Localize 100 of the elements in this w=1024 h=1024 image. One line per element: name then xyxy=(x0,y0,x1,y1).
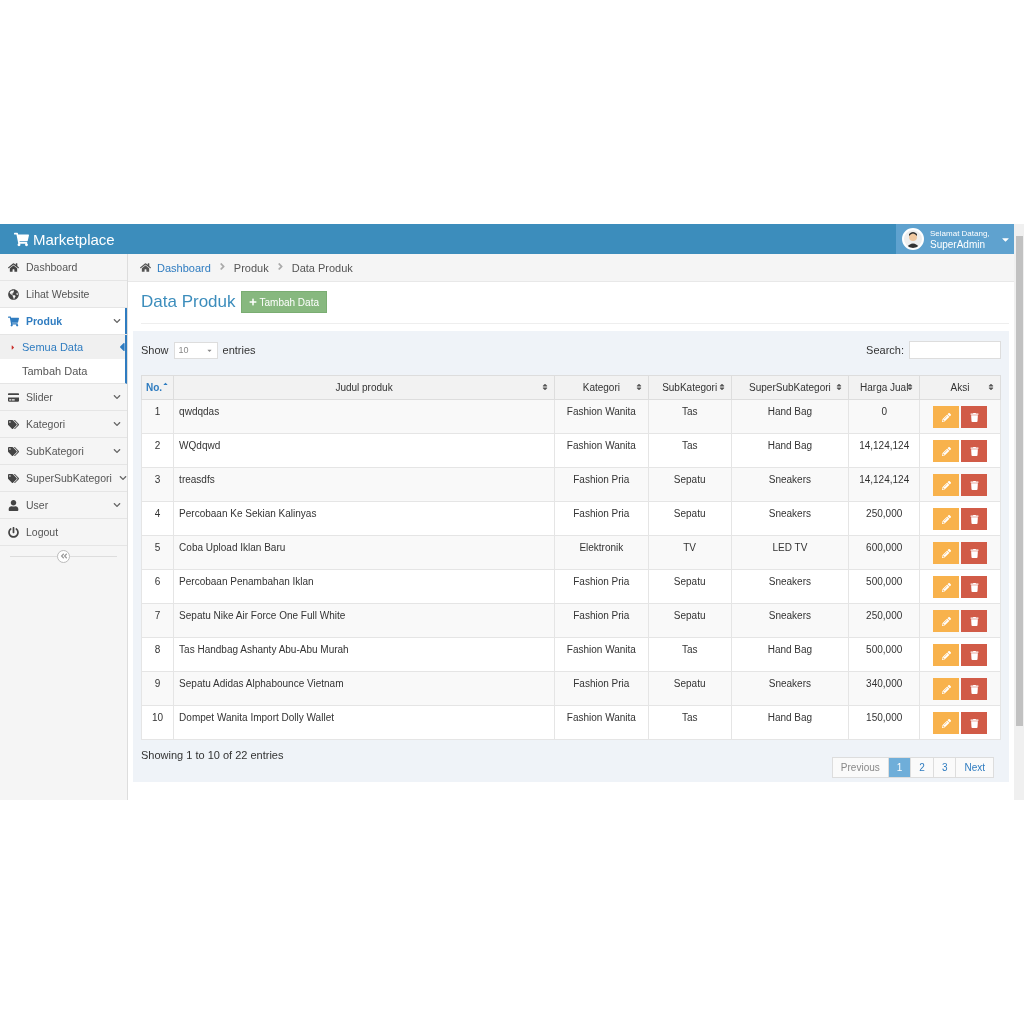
table-cell: 14,124,124 xyxy=(848,467,920,502)
edit-button[interactable] xyxy=(933,508,960,530)
edit-button[interactable] xyxy=(933,440,960,462)
table-cell: Sneakers xyxy=(731,569,849,604)
double-chevron-icon xyxy=(59,552,68,560)
brand-logo[interactable]: Marketplace xyxy=(0,230,115,248)
table-cell: 500,000 xyxy=(848,569,920,604)
page-button[interactable]: Next xyxy=(955,757,994,778)
table-cell: Fashion Pria xyxy=(554,671,649,706)
avatar-icon xyxy=(902,228,924,250)
column-header[interactable]: SubKategori xyxy=(648,375,732,400)
sidebar-item[interactable]: User xyxy=(0,492,127,519)
edit-button[interactable] xyxy=(933,406,960,428)
edit-button[interactable] xyxy=(933,678,960,700)
pencil-icon xyxy=(941,514,951,524)
delete-button[interactable] xyxy=(961,406,988,428)
trash-icon xyxy=(969,582,979,592)
table-cell: Sepatu xyxy=(648,501,732,536)
page-button[interactable]: 3 xyxy=(932,757,957,778)
sidebar-item[interactable]: Kategori xyxy=(0,411,127,438)
sort-icon xyxy=(906,383,915,391)
table-cell: 2 xyxy=(141,433,174,468)
trash-icon xyxy=(969,718,979,728)
trash-icon xyxy=(969,480,979,490)
sidebar-item[interactable]: SuperSubKategori xyxy=(0,465,127,492)
breadcrumb-link[interactable]: Dashboard xyxy=(157,261,211,274)
delete-button[interactable] xyxy=(961,440,988,462)
sort-icon xyxy=(987,383,995,391)
edit-button[interactable] xyxy=(933,644,960,666)
edit-button[interactable] xyxy=(933,474,960,496)
delete-button[interactable] xyxy=(961,474,988,496)
submenu-item[interactable]: Semua Data xyxy=(0,335,125,359)
sidebar-item[interactable]: Slider xyxy=(0,384,127,411)
brand-name: Marketplace xyxy=(33,230,115,248)
column-header[interactable]: Kategori xyxy=(554,375,649,400)
plus-icon xyxy=(248,298,257,306)
search-field[interactable] xyxy=(909,341,1001,359)
tags-icon xyxy=(8,445,19,457)
pencil-icon xyxy=(941,650,951,660)
sort-icon xyxy=(634,383,643,391)
sidebar-item[interactable]: Logout xyxy=(0,519,127,546)
sidebar-item[interactable]: Dashboard xyxy=(0,254,127,281)
pencil-icon xyxy=(941,616,951,626)
table-cell: 7 xyxy=(141,603,174,638)
column-header[interactable]: No. xyxy=(141,375,174,400)
table-cell: Fashion Pria xyxy=(554,569,649,604)
edit-button[interactable] xyxy=(933,576,960,598)
trash-icon xyxy=(969,548,979,558)
table-cell: Hand Bag xyxy=(731,399,849,434)
submenu-item[interactable]: Tambah Data xyxy=(0,359,125,383)
table-cell: qwdqdas xyxy=(173,399,555,434)
table-cell: 5 xyxy=(141,535,174,570)
delete-button[interactable] xyxy=(961,610,988,632)
table-cell: Sepatu Nike Air Force One Full White xyxy=(173,603,555,638)
delete-button[interactable] xyxy=(961,644,988,666)
search-label: Search: xyxy=(866,344,904,356)
entries-label: entries xyxy=(222,344,256,356)
sidebar-item[interactable]: SubKategori xyxy=(0,438,127,465)
table-cell: 14,124,124 xyxy=(848,433,920,468)
pencil-icon xyxy=(941,446,951,456)
trash-icon xyxy=(969,514,979,524)
table-cell: Elektronik xyxy=(554,535,649,570)
table-cell: Fashion Wanita xyxy=(554,637,649,672)
pencil-icon xyxy=(941,684,951,694)
trash-icon xyxy=(969,616,979,626)
scrollbar[interactable] xyxy=(1014,224,1024,800)
delete-button[interactable] xyxy=(961,542,988,564)
table-cell: 6 xyxy=(141,569,174,604)
delete-button[interactable] xyxy=(961,678,988,700)
home-icon xyxy=(140,262,151,273)
table-cell: Percobaan Penambahan Iklan xyxy=(173,569,555,604)
pencil-icon xyxy=(941,548,951,558)
table-cell: Fashion Pria xyxy=(554,467,649,502)
table-cell: Percobaan Ke Sekian Kalinyas xyxy=(173,501,555,536)
column-header[interactable]: Aksi xyxy=(919,375,1001,400)
table-cell: Fashion Wanita xyxy=(554,433,649,468)
delete-button[interactable] xyxy=(961,576,988,598)
edit-button[interactable] xyxy=(933,542,960,564)
pencil-icon xyxy=(941,718,951,728)
edit-button[interactable] xyxy=(933,610,960,632)
table-cell: 4 xyxy=(141,501,174,536)
table-cell: Sepatu xyxy=(648,671,732,706)
delete-button[interactable] xyxy=(961,508,988,530)
table-cell: Tas xyxy=(648,399,732,434)
collapse-button[interactable] xyxy=(57,549,70,563)
trash-icon xyxy=(969,684,979,694)
sidebar-item[interactable]: Produk xyxy=(0,308,127,335)
pencil-icon xyxy=(941,582,951,592)
column-header[interactable]: SuperSubKategori xyxy=(731,375,849,400)
column-header[interactable]: Harga Jual xyxy=(848,375,920,400)
trash-icon xyxy=(969,412,979,422)
entries-select[interactable]: 10 xyxy=(173,341,218,359)
tags-icon xyxy=(8,472,19,484)
page-button[interactable]: 2 xyxy=(910,757,934,778)
cart-icon xyxy=(8,315,19,327)
delete-button[interactable] xyxy=(961,712,988,734)
edit-button[interactable] xyxy=(933,712,960,734)
column-header[interactable]: Judul produk xyxy=(173,375,555,400)
caret-icon xyxy=(10,343,16,351)
entries-info: Showing 1 to 10 of 22 entries xyxy=(141,749,284,763)
